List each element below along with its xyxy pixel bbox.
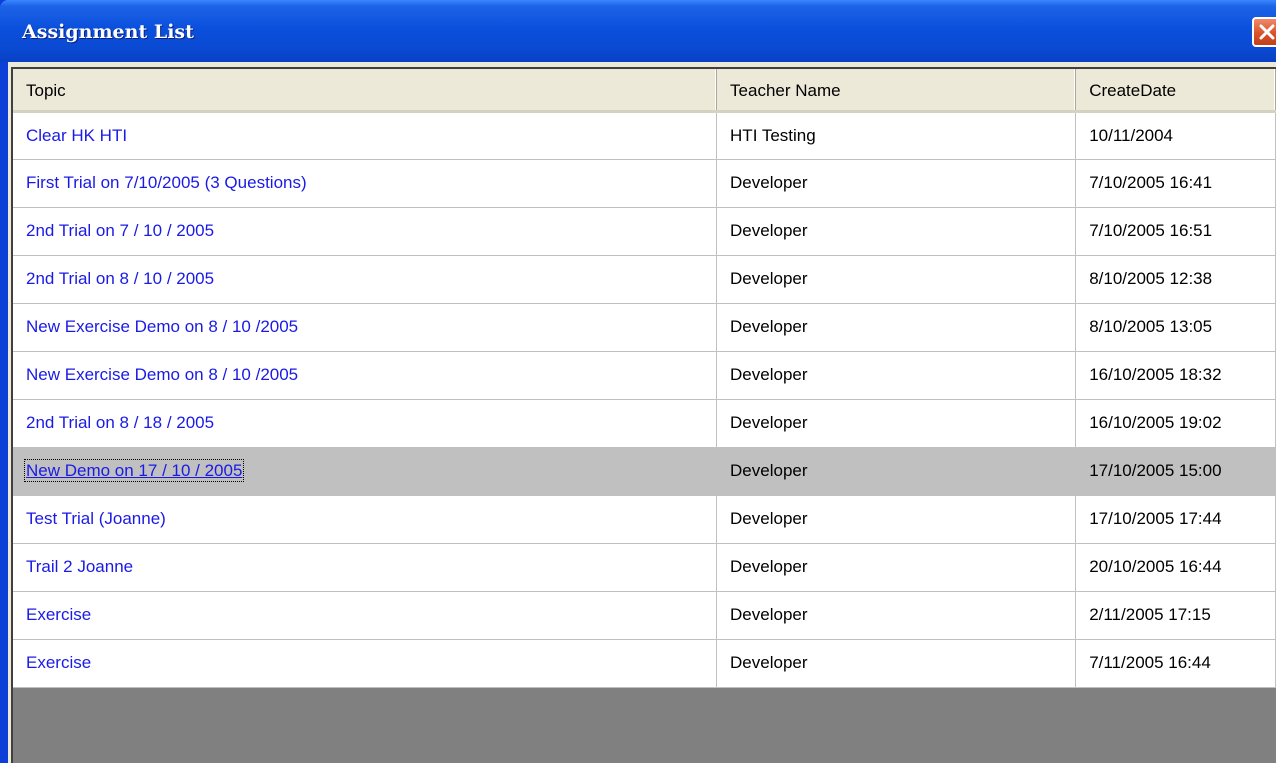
topic-link[interactable]: 2nd Trial on 8 / 10 / 2005 <box>26 269 214 288</box>
teacher-name-cell: Developer <box>716 207 1077 256</box>
topic-cell[interactable]: Trail 2 Joanne <box>13 543 718 592</box>
teacher-name-cell: Developer <box>716 543 1077 592</box>
create-date-cell: 7/10/2005 16:51 <box>1075 207 1276 256</box>
topic-link[interactable]: New Exercise Demo on 8 / 10 /2005 <box>26 317 298 336</box>
topic-link[interactable]: 2nd Trial on 8 / 18 / 2005 <box>26 413 214 432</box>
topic-link[interactable]: Exercise <box>26 605 91 624</box>
header-row: Topic Teacher Name CreateDate <box>13 69 1276 113</box>
teacher-name-cell: Developer <box>716 159 1077 208</box>
teacher-name-cell: Developer <box>716 495 1077 544</box>
column-header-topic[interactable]: Topic <box>13 69 718 113</box>
topic-link[interactable]: First Trial on 7/10/2005 (3 Questions) <box>26 173 307 192</box>
window-title: Assignment List <box>22 21 194 43</box>
table-row[interactable]: New Exercise Demo on 8 / 10 /2005 Develop… <box>13 303 1276 352</box>
teacher-name-cell: Developer <box>716 255 1077 304</box>
teacher-name-cell: Developer <box>716 447 1077 496</box>
create-date-cell: 2/11/2005 17:15 <box>1075 591 1276 640</box>
topic-cell[interactable]: First Trial on 7/10/2005 (3 Questions) <box>13 159 718 208</box>
create-date-cell: 20/10/2005 16:44 <box>1075 543 1276 592</box>
close-button[interactable] <box>1252 17 1276 47</box>
teacher-name-cell: HTI Testing <box>716 111 1077 160</box>
topic-link[interactable]: Trail 2 Joanne <box>26 557 133 576</box>
topic-cell[interactable]: New Demo on 17 / 10 / 2005 <box>13 447 718 496</box>
teacher-name-cell: Developer <box>716 639 1077 688</box>
topic-cell[interactable]: New Exercise Demo on 8 / 10 /2005 <box>13 351 718 400</box>
assignment-list-window: Assignment List Topic Teacher Name Creat… <box>0 0 1276 763</box>
teacher-name-cell: Developer <box>716 351 1077 400</box>
table-row[interactable]: 2nd Trial on 7 / 10 / 2005 Developer 7/10/… <box>13 207 1276 256</box>
topic-cell[interactable]: 2nd Trial on 7 / 10 / 2005 <box>13 207 718 256</box>
create-date-cell: 7/11/2005 16:44 <box>1075 639 1276 688</box>
topic-cell[interactable]: Exercise <box>13 639 718 688</box>
topic-link[interactable]: Exercise <box>26 653 91 672</box>
teacher-name-cell: Developer <box>716 591 1077 640</box>
assignment-grid[interactable]: Topic Teacher Name CreateDate Clear HK H… <box>11 67 1276 763</box>
topic-cell[interactable]: 2nd Trial on 8 / 18 / 2005 <box>13 399 718 448</box>
create-date-cell: 7/10/2005 16:41 <box>1075 159 1276 208</box>
table-row[interactable]: Test Trial (Joanne) Developer 17/10/2005 1… <box>13 495 1276 544</box>
column-header-create-date[interactable]: CreateDate <box>1075 69 1276 113</box>
create-date-cell: 8/10/2005 12:38 <box>1075 255 1276 304</box>
column-header-teacher-name[interactable]: Teacher Name <box>716 69 1077 113</box>
create-date-cell: 16/10/2005 18:32 <box>1075 351 1276 400</box>
title-bar[interactable]: Assignment List <box>0 0 1276 62</box>
table-row[interactable]: 2nd Trial on 8 / 18 / 2005 Developer 16/10… <box>13 399 1276 448</box>
topic-cell[interactable]: 2nd Trial on 8 / 10 / 2005 <box>13 255 718 304</box>
teacher-name-cell: Developer <box>716 303 1077 352</box>
topic-cell[interactable]: Test Trial (Joanne) <box>13 495 718 544</box>
table-body: Clear HK HTI HTI Testing 10/11/2004 First T… <box>13 111 1276 688</box>
table-row[interactable]: Trail 2 Joanne Developer 20/10/2005 16:44 <box>13 543 1276 592</box>
topic-link[interactable]: Clear HK HTI <box>26 126 127 145</box>
close-icon <box>1259 24 1275 40</box>
topic-cell[interactable]: Clear HK HTI <box>13 111 718 160</box>
create-date-cell: 16/10/2005 19:02 <box>1075 399 1276 448</box>
table-row[interactable]: New Exercise Demo on 8 / 10 /2005 Develop… <box>13 351 1276 400</box>
table-row[interactable]: Clear HK HTI HTI Testing 10/11/2004 <box>13 111 1276 160</box>
table-row[interactable]: 2nd Trial on 8 / 10 / 2005 Developer 8/10/… <box>13 255 1276 304</box>
create-date-cell: 17/10/2005 15:00 <box>1075 447 1276 496</box>
table-row[interactable]: New Demo on 17 / 10 / 2005 Developer 17/10… <box>13 447 1276 496</box>
topic-link[interactable]: New Exercise Demo on 8 / 10 /2005 <box>26 365 298 384</box>
assignment-table: Topic Teacher Name CreateDate Clear HK H… <box>13 69 1276 688</box>
teacher-name-cell: Developer <box>716 399 1077 448</box>
topic-link[interactable]: 2nd Trial on 7 / 10 / 2005 <box>26 221 214 240</box>
create-date-cell: 8/10/2005 13:05 <box>1075 303 1276 352</box>
topic-cell[interactable]: New Exercise Demo on 8 / 10 /2005 <box>13 303 718 352</box>
table-row[interactable]: First Trial on 7/10/2005 (3 Questions) De… <box>13 159 1276 208</box>
table-row[interactable]: Exercise Developer 7/11/2005 16:44 <box>13 639 1276 688</box>
topic-link[interactable]: Test Trial (Joanne) <box>26 509 166 528</box>
table-row[interactable]: Exercise Developer 2/11/2005 17:15 <box>13 591 1276 640</box>
topic-link[interactable]: New Demo on 17 / 10 / 2005 <box>23 459 245 482</box>
create-date-cell: 10/11/2004 <box>1075 111 1276 160</box>
topic-cell[interactable]: Exercise <box>13 591 718 640</box>
create-date-cell: 17/10/2005 17:44 <box>1075 495 1276 544</box>
window-client-area: Topic Teacher Name CreateDate Clear HK H… <box>8 62 1276 763</box>
